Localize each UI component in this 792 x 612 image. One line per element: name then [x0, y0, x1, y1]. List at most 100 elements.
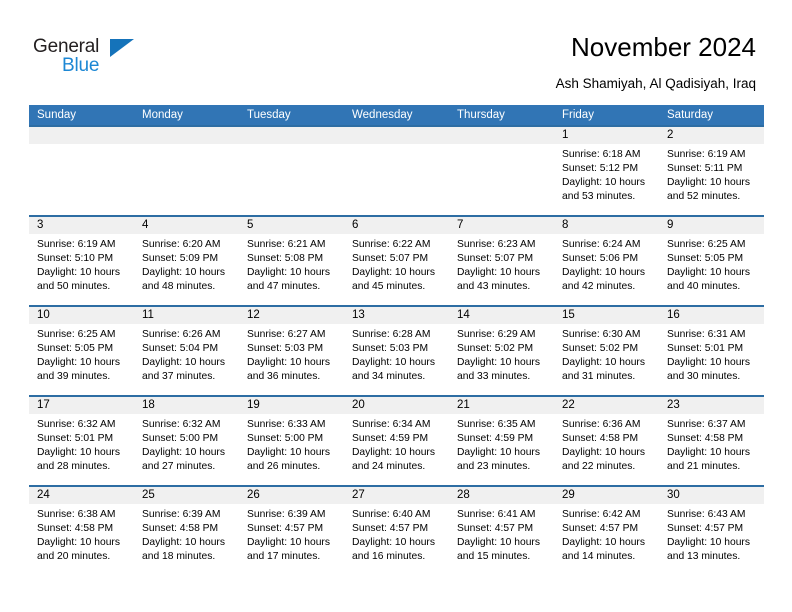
calendar-week-row: 1 Sunrise: 6:18 AM Sunset: 5:12 PM Daylight… [29, 125, 764, 215]
day-cell[interactable]: 8 Sunrise: 6:24 AM Sunset: 5:06 PM Daylight… [554, 217, 659, 305]
day-cell[interactable]: 29 Sunrise: 6:42 AM Sunset: 4:57 PM Dayligh… [554, 487, 659, 575]
day-details: Sunrise: 6:20 AM Sunset: 5:09 PM Daylight:… [134, 234, 239, 294]
day-cell[interactable]: 13 Sunrise: 6:28 AM Sunset: 5:03 PM Dayligh… [344, 307, 449, 395]
sunrise-time: Sunrise: 6:35 AM [457, 419, 536, 430]
daylight-duration-line2: and 37 minutes. [142, 371, 216, 382]
sunset-time: Sunset: 5:00 PM [142, 433, 219, 444]
daylight-duration-line1: Daylight: 10 hours [37, 267, 120, 278]
day-number: 20 [344, 397, 449, 414]
day-cell[interactable]: 19 Sunrise: 6:33 AM Sunset: 5:00 PM Dayligh… [239, 397, 344, 485]
day-cell[interactable]: 6 Sunrise: 6:22 AM Sunset: 5:07 PM Daylight… [344, 217, 449, 305]
sunset-time: Sunset: 5:11 PM [667, 163, 743, 174]
logo-text-general: General [33, 36, 100, 57]
day-number: 4 [134, 217, 239, 234]
sunset-time: Sunset: 4:58 PM [142, 523, 219, 534]
daylight-duration-line2: and 21 minutes. [667, 461, 741, 472]
daylight-duration-line2: and 45 minutes. [352, 281, 426, 292]
daylight-duration-line2: and 31 minutes. [562, 371, 636, 382]
daylight-duration-line1: Daylight: 10 hours [562, 357, 645, 368]
day-cell[interactable]: 9 Sunrise: 6:25 AM Sunset: 5:05 PM Daylight… [659, 217, 764, 305]
sunrise-time: Sunrise: 6:22 AM [352, 239, 431, 250]
day-number [134, 127, 239, 144]
sunset-time: Sunset: 4:58 PM [37, 523, 114, 534]
day-cell[interactable]: 24 Sunrise: 6:38 AM Sunset: 4:58 PM Dayligh… [29, 487, 134, 575]
day-cell[interactable]: 27 Sunrise: 6:40 AM Sunset: 4:57 PM Dayligh… [344, 487, 449, 575]
sunset-time: Sunset: 4:57 PM [352, 523, 429, 534]
daylight-duration-line2: and 26 minutes. [247, 461, 321, 472]
day-cell[interactable]: 11 Sunrise: 6:26 AM Sunset: 5:04 PM Dayligh… [134, 307, 239, 395]
day-cell[interactable]: 16 Sunrise: 6:31 AM Sunset: 5:01 PM Dayligh… [659, 307, 764, 395]
logo-triangle-icon [110, 39, 134, 57]
day-cell-empty [239, 127, 344, 215]
day-cell[interactable]: 10 Sunrise: 6:25 AM Sunset: 5:05 PM Dayligh… [29, 307, 134, 395]
day-details: Sunrise: 6:33 AM Sunset: 5:00 PM Daylight:… [239, 414, 344, 474]
daylight-duration-line1: Daylight: 10 hours [562, 447, 645, 458]
day-cell[interactable]: 5 Sunrise: 6:21 AM Sunset: 5:08 PM Daylight… [239, 217, 344, 305]
day-number: 8 [554, 217, 659, 234]
day-cell[interactable]: 25 Sunrise: 6:39 AM Sunset: 4:58 PM Dayligh… [134, 487, 239, 575]
sunset-time: Sunset: 4:57 PM [667, 523, 744, 534]
daylight-duration-line2: and 30 minutes. [667, 371, 741, 382]
daylight-duration-line2: and 18 minutes. [142, 551, 216, 562]
day-details: Sunrise: 6:26 AM Sunset: 5:04 PM Daylight:… [134, 324, 239, 384]
day-number: 10 [29, 307, 134, 324]
day-cell[interactable]: 3 Sunrise: 6:19 AM Sunset: 5:10 PM Daylight… [29, 217, 134, 305]
day-number: 22 [554, 397, 659, 414]
day-details: Sunrise: 6:41 AM Sunset: 4:57 PM Daylight:… [449, 504, 554, 564]
day-cell[interactable]: 4 Sunrise: 6:20 AM Sunset: 5:09 PM Daylight… [134, 217, 239, 305]
day-details: Sunrise: 6:23 AM Sunset: 5:07 PM Daylight:… [449, 234, 554, 294]
sunrise-time: Sunrise: 6:39 AM [247, 509, 326, 520]
week-cells: 1 Sunrise: 6:18 AM Sunset: 5:12 PM Daylight… [29, 127, 764, 215]
sunset-time: Sunset: 5:05 PM [37, 343, 114, 354]
page-title: November 2024 [571, 32, 756, 62]
daylight-duration-line2: and 16 minutes. [352, 551, 426, 562]
day-details: Sunrise: 6:19 AM Sunset: 5:10 PM Daylight:… [29, 234, 134, 294]
daylight-duration-line2: and 40 minutes. [667, 281, 741, 292]
day-cell[interactable]: 18 Sunrise: 6:32 AM Sunset: 5:00 PM Dayligh… [134, 397, 239, 485]
daylight-duration-line2: and 33 minutes. [457, 371, 531, 382]
day-cell[interactable]: 17 Sunrise: 6:32 AM Sunset: 5:01 PM Dayligh… [29, 397, 134, 485]
day-cell[interactable]: 21 Sunrise: 6:35 AM Sunset: 4:59 PM Dayligh… [449, 397, 554, 485]
day-cell[interactable]: 2 Sunrise: 6:19 AM Sunset: 5:11 PM Daylight… [659, 127, 764, 215]
day-number: 15 [554, 307, 659, 324]
day-cell[interactable]: 26 Sunrise: 6:39 AM Sunset: 4:57 PM Dayligh… [239, 487, 344, 575]
daylight-duration-line2: and 53 minutes. [562, 191, 636, 202]
daylight-duration-line2: and 13 minutes. [667, 551, 741, 562]
day-details: Sunrise: 6:36 AM Sunset: 4:58 PM Daylight:… [554, 414, 659, 474]
day-cell[interactable]: 28 Sunrise: 6:41 AM Sunset: 4:57 PM Dayligh… [449, 487, 554, 575]
daylight-duration-line1: Daylight: 10 hours [37, 447, 120, 458]
calendar-week-row: 17 Sunrise: 6:32 AM Sunset: 5:01 PM Dayligh… [29, 395, 764, 485]
daylight-duration-line1: Daylight: 10 hours [562, 537, 645, 548]
day-cell[interactable]: 30 Sunrise: 6:43 AM Sunset: 4:57 PM Dayligh… [659, 487, 764, 575]
sunrise-time: Sunrise: 6:31 AM [667, 329, 746, 340]
day-cell[interactable]: 20 Sunrise: 6:34 AM Sunset: 4:59 PM Dayligh… [344, 397, 449, 485]
day-number [29, 127, 134, 144]
day-cell[interactable]: 15 Sunrise: 6:30 AM Sunset: 5:02 PM Dayligh… [554, 307, 659, 395]
day-cell[interactable]: 1 Sunrise: 6:18 AM Sunset: 5:12 PM Daylight… [554, 127, 659, 215]
day-cell[interactable]: 23 Sunrise: 6:37 AM Sunset: 4:58 PM Dayligh… [659, 397, 764, 485]
daylight-duration-line1: Daylight: 10 hours [562, 177, 645, 188]
day-details: Sunrise: 6:37 AM Sunset: 4:58 PM Daylight:… [659, 414, 764, 474]
day-cell[interactable]: 14 Sunrise: 6:29 AM Sunset: 5:02 PM Dayligh… [449, 307, 554, 395]
day-cell[interactable]: 12 Sunrise: 6:27 AM Sunset: 5:03 PM Dayligh… [239, 307, 344, 395]
day-details: Sunrise: 6:28 AM Sunset: 5:03 PM Daylight:… [344, 324, 449, 384]
day-details [344, 144, 449, 148]
day-cell-empty [449, 127, 554, 215]
calendar-week-row: 24 Sunrise: 6:38 AM Sunset: 4:58 PM Dayligh… [29, 485, 764, 575]
daylight-duration-line2: and 43 minutes. [457, 281, 531, 292]
daylight-duration-line1: Daylight: 10 hours [667, 177, 750, 188]
day-details [449, 144, 554, 148]
day-details: Sunrise: 6:39 AM Sunset: 4:57 PM Daylight:… [239, 504, 344, 564]
sunset-time: Sunset: 5:02 PM [562, 343, 639, 354]
day-number: 12 [239, 307, 344, 324]
day-cell[interactable]: 22 Sunrise: 6:36 AM Sunset: 4:58 PM Dayligh… [554, 397, 659, 485]
general-blue-logo[interactable]: General Blue [33, 36, 163, 80]
weekday-header-thursday: Thursday [457, 109, 505, 121]
sunset-time: Sunset: 5:04 PM [142, 343, 219, 354]
daylight-duration-line2: and 47 minutes. [247, 281, 321, 292]
day-cell[interactable]: 7 Sunrise: 6:23 AM Sunset: 5:07 PM Daylight… [449, 217, 554, 305]
daylight-duration-line1: Daylight: 10 hours [37, 537, 120, 548]
sunrise-time: Sunrise: 6:30 AM [562, 329, 641, 340]
day-details: Sunrise: 6:34 AM Sunset: 4:59 PM Daylight:… [344, 414, 449, 474]
day-details: Sunrise: 6:25 AM Sunset: 5:05 PM Daylight:… [659, 234, 764, 294]
